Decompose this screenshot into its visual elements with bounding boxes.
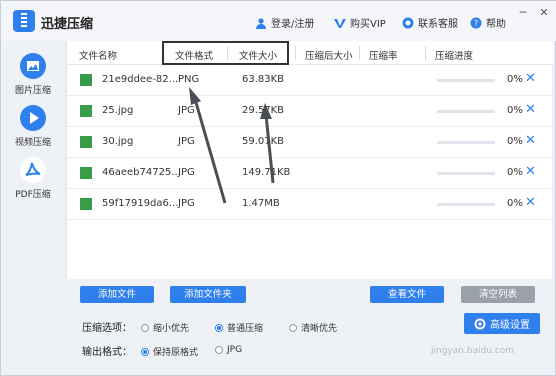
radio-clarity-priority[interactable]: 清晰优先 bbox=[289, 321, 337, 334]
radio-indicator bbox=[141, 347, 149, 356]
file-list-panel: 文件名称 文件格式 文件大小 压缩后大小 压缩率 压缩进度 21e9ddee-8… bbox=[66, 41, 553, 279]
sidebar: 图片压缩 视频压缩 PDF压缩 bbox=[1, 41, 65, 376]
radio-indicator bbox=[215, 346, 223, 354]
title-bar: 迅捷压缩 登录/注册 购买VIP 联系客服 ? 帮助 ─ ✕ bbox=[1, 1, 556, 41]
radio-jpg[interactable]: JPG bbox=[215, 345, 242, 355]
minimize-button[interactable]: ─ bbox=[517, 7, 529, 19]
radio-indicator bbox=[289, 323, 297, 332]
help-label: 帮助 bbox=[486, 19, 506, 30]
svg-text:?: ? bbox=[474, 19, 478, 28]
app-window: 迅捷压缩 登录/注册 购买VIP 联系客服 ? 帮助 ─ ✕ 图片压缩 视频压缩… bbox=[0, 0, 556, 376]
radio-label: 清晰优先 bbox=[301, 324, 338, 334]
pdf-icon bbox=[20, 157, 46, 183]
help-icon: ? bbox=[470, 17, 482, 28]
sidebar-item-label: 视频压缩 bbox=[14, 138, 51, 148]
clear-list-button[interactable]: 清空列表 bbox=[461, 286, 535, 303]
sidebar-item-pdf-compress[interactable]: PDF压缩 bbox=[1, 157, 65, 200]
headset-icon bbox=[402, 17, 414, 28]
advanced-settings-button[interactable]: 高级设置 bbox=[464, 313, 540, 334]
radio-label: 缩小优先 bbox=[153, 324, 190, 334]
radio-indicator bbox=[215, 323, 223, 332]
close-button[interactable]: ✕ bbox=[538, 7, 550, 19]
radio-label: 保持原格式 bbox=[153, 348, 199, 358]
radio-label: 普通压缩 bbox=[227, 324, 264, 334]
buy-vip-label: 购买VIP bbox=[350, 19, 386, 30]
contact-support-label: 联系客服 bbox=[418, 19, 458, 30]
compress-options-label: 压缩选项： bbox=[82, 323, 132, 334]
radio-size-priority[interactable]: 缩小优先 bbox=[141, 321, 189, 334]
login-label: 登录/注册 bbox=[271, 19, 315, 30]
add-file-button[interactable]: 添加文件 bbox=[80, 286, 154, 303]
app-title: 迅捷压缩 bbox=[41, 17, 94, 32]
output-format-label: 输出格式： bbox=[82, 347, 132, 358]
radio-label: JPG bbox=[227, 345, 243, 355]
advanced-settings-label: 高级设置 bbox=[490, 320, 530, 331]
add-folder-button[interactable]: 添加文件夹 bbox=[170, 286, 246, 303]
contact-support-link[interactable]: 联系客服 bbox=[402, 15, 458, 30]
login-link[interactable]: 登录/注册 bbox=[255, 15, 314, 30]
play-icon bbox=[20, 105, 46, 131]
radio-normal-compress[interactable]: 普通压缩 bbox=[215, 321, 263, 334]
app-logo-icon bbox=[13, 10, 35, 32]
vip-icon bbox=[334, 18, 346, 28]
sidebar-item-image-compress[interactable]: 图片压缩 bbox=[1, 53, 65, 96]
gear-icon bbox=[474, 318, 486, 329]
buy-vip-link[interactable]: 购买VIP bbox=[334, 15, 386, 30]
watermark-text: jingyan.baidu.com bbox=[431, 346, 515, 356]
sidebar-item-video-compress[interactable]: 视频压缩 bbox=[1, 105, 65, 148]
sidebar-item-label: 图片压缩 bbox=[14, 86, 51, 96]
annotation-arrows bbox=[189, 87, 275, 204]
view-file-button[interactable]: 查看文件 bbox=[370, 286, 444, 303]
sidebar-item-label: PDF压缩 bbox=[15, 190, 51, 200]
radio-keep-format[interactable]: 保持原格式 bbox=[141, 345, 198, 358]
user-icon bbox=[256, 17, 266, 29]
image-icon bbox=[20, 53, 46, 79]
radio-indicator bbox=[141, 323, 149, 332]
help-link[interactable]: ? 帮助 bbox=[470, 15, 506, 30]
